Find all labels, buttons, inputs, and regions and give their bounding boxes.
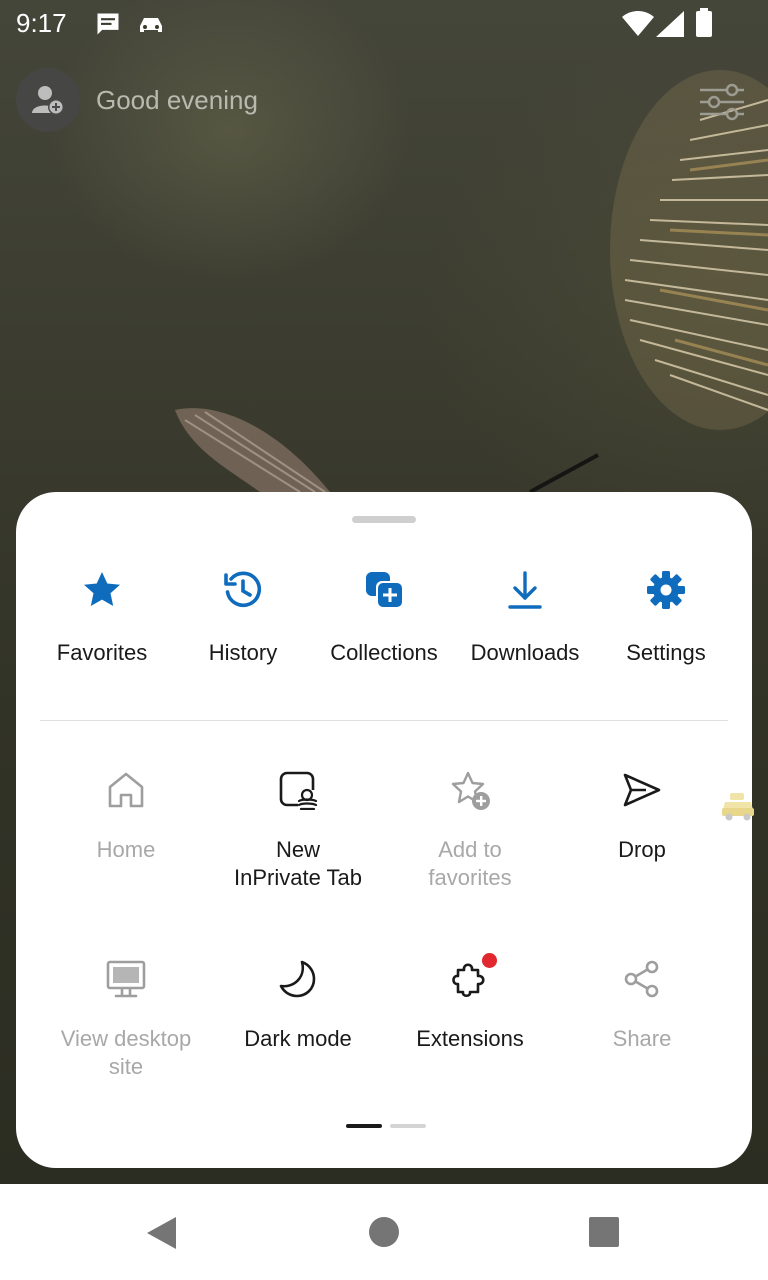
extensions-label: Extensions (416, 1026, 524, 1051)
message-icon (94, 10, 122, 43)
collections-label: Collections (330, 640, 438, 665)
page-indicator (346, 1124, 426, 1128)
drop-button[interactable]: Drop (556, 770, 728, 920)
share-label: Share (612, 1026, 672, 1051)
drag-handle[interactable] (352, 516, 416, 523)
car-icon (136, 10, 166, 43)
history-label: History (208, 640, 278, 665)
extensions-button[interactable]: Extensions (384, 953, 556, 1109)
menu-top-row: Favorites History Collections Downloads … (32, 562, 736, 682)
taxi-icon (720, 790, 756, 827)
settings-label: Settings (626, 640, 706, 665)
back-button[interactable] (144, 1215, 178, 1256)
history-button[interactable]: History (173, 562, 313, 682)
dark-mode-button[interactable]: Dark mode (212, 959, 384, 1109)
greeting-row: Good evening (16, 68, 752, 132)
greeting-text: Good evening (96, 85, 258, 115)
battery-icon (695, 8, 713, 43)
collections-icon (366, 572, 403, 608)
home-icon (108, 772, 144, 808)
star-icon (84, 572, 120, 606)
signal-icon (656, 11, 684, 42)
home-label: Home (96, 837, 156, 862)
view-desktop-site-button[interactable]: View desktop site (40, 959, 212, 1109)
system-navigation-bar (0, 1184, 768, 1280)
menu-bottom-sheet: Favorites History Collections Downloads … (16, 492, 752, 1168)
settings-button[interactable]: Settings (596, 562, 736, 682)
downloads-button[interactable]: Downloads (455, 562, 595, 682)
downloads-label: Downloads (470, 640, 580, 665)
status-time: 9:17 (16, 8, 67, 38)
gear-icon (647, 571, 685, 609)
sliders-icon[interactable] (698, 82, 746, 127)
moon-icon (279, 960, 316, 998)
desktop-icon (106, 960, 146, 998)
download-icon (508, 571, 542, 609)
new-inprivate-tab-button[interactable]: New InPrivate Tab (212, 770, 384, 920)
add-profile-icon (32, 86, 64, 115)
dark-mode-label: Dark mode (244, 1026, 352, 1051)
profile-avatar-button[interactable] (16, 68, 80, 132)
collections-button[interactable]: Collections (314, 562, 454, 682)
menu-divider (40, 720, 728, 721)
recents-button[interactable] (588, 1216, 620, 1253)
wifi-icon (622, 11, 654, 42)
new-inprivate-tab-label: New InPrivate Tab (233, 837, 362, 890)
view-desktop-site-label: View desktop site (60, 1026, 192, 1079)
home-button-nav[interactable] (368, 1216, 400, 1253)
page-indicator-active (346, 1124, 382, 1128)
favorites-label: Favorites (56, 640, 148, 665)
send-icon (623, 773, 661, 807)
extensions-badge (482, 953, 497, 968)
share-button[interactable]: Share (556, 959, 728, 1109)
home-button[interactable]: Home (40, 770, 212, 920)
add-to-favorites-button[interactable]: Add to favorites (384, 770, 556, 920)
page-indicator-inactive[interactable] (390, 1124, 426, 1128)
share-icon (624, 960, 659, 998)
add-favorite-icon (451, 771, 490, 810)
status-bar: 9:17 (0, 0, 768, 48)
inprivate-tab-icon (279, 771, 318, 810)
favorites-button[interactable]: Favorites (32, 562, 172, 682)
add-to-favorites-label: Add to favorites (428, 837, 512, 890)
history-icon (224, 571, 262, 608)
drop-label: Drop (618, 837, 666, 862)
